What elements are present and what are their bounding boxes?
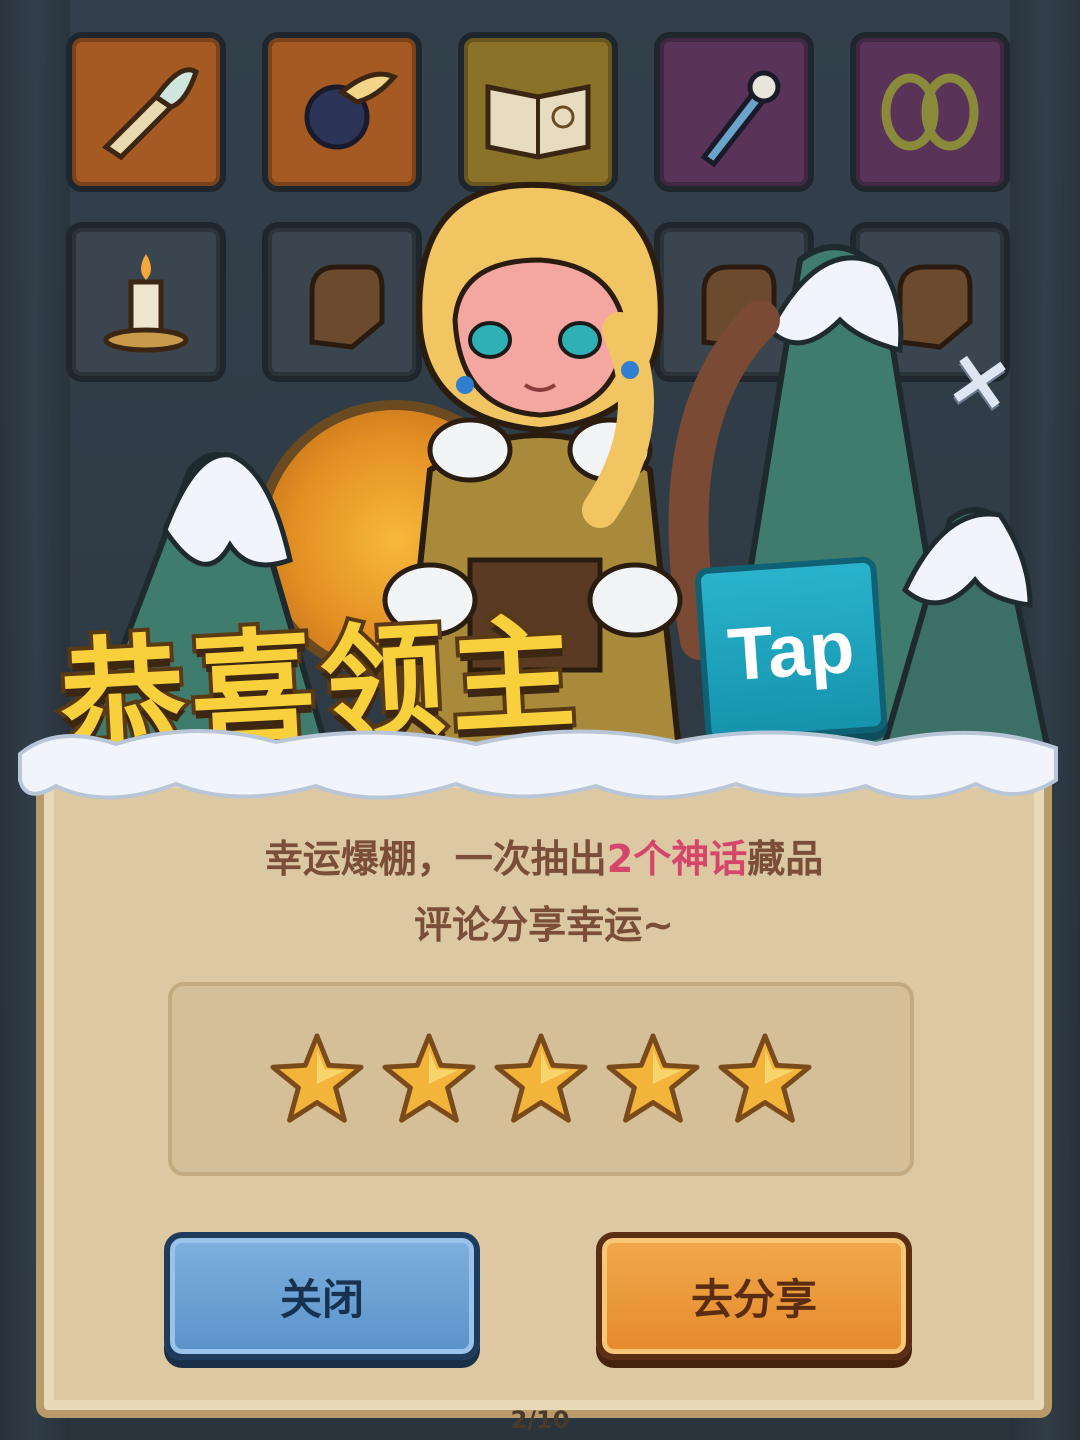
message-line-1-prefix: 幸运爆棚，一次抽出: [264, 837, 607, 881]
pull-progress-counter: 2/10: [510, 1406, 570, 1434]
mythic-count-highlight: 2个神话: [606, 837, 748, 881]
star-icon-1[interactable]: [268, 1030, 366, 1128]
star-rating: [168, 982, 914, 1176]
star-icon-3[interactable]: [492, 1030, 590, 1128]
message-line-2: 评论分享幸运~: [414, 903, 674, 947]
taptap-logo-text: Tap: [725, 604, 857, 696]
message-line-1: 幸运爆棚，一次抽出2个神话藏品: [36, 828, 1052, 883]
close-button[interactable]: 关闭: [164, 1232, 480, 1360]
star-icon-4[interactable]: [604, 1030, 702, 1128]
snow-ledge: [18, 728, 1058, 800]
message-line-1-suffix: 藏品: [747, 837, 824, 881]
star-icon-5[interactable]: [716, 1030, 814, 1128]
close-x-icon[interactable]: ×: [934, 328, 1027, 431]
share-button[interactable]: 去分享: [596, 1232, 912, 1360]
star-icon-2[interactable]: [380, 1030, 478, 1128]
